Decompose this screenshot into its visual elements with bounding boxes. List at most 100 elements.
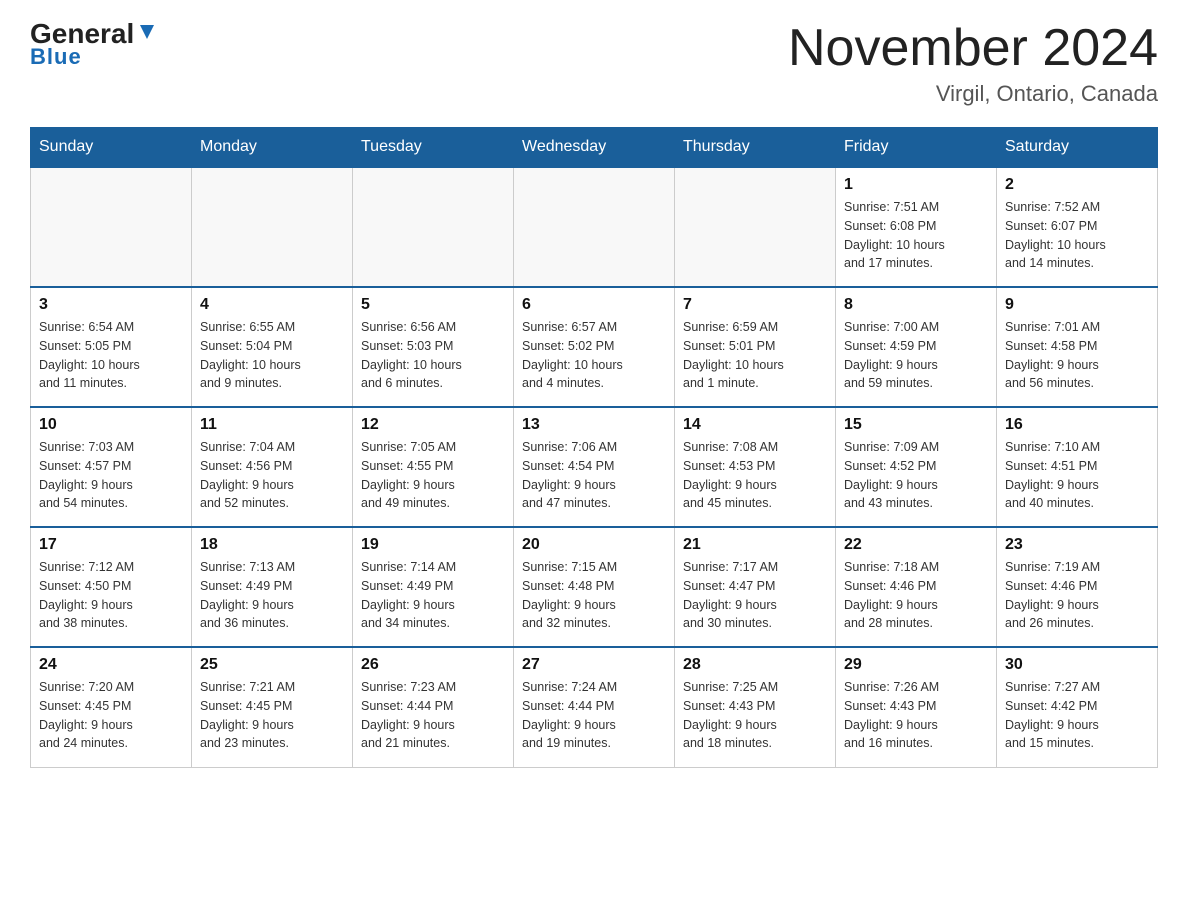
day-number: 20 [522, 536, 666, 554]
calendar-cell: 15 Sunrise: 7:09 AMSunset: 4:52 PMDayligh… [836, 407, 997, 527]
day-info: Sunrise: 7:08 AMSunset: 4:53 PMDaylight:… [683, 438, 827, 513]
day-info: Sunrise: 7:26 AMSunset: 4:43 PMDaylight:… [844, 678, 988, 753]
day-info: Sunrise: 7:09 AMSunset: 4:52 PMDaylight:… [844, 438, 988, 513]
day-number: 4 [200, 296, 344, 314]
day-number: 19 [361, 536, 505, 554]
calendar-cell: 11Sunrise: 7:04 AMSunset: 4:56 PMDayligh… [192, 407, 353, 527]
calendar-cell: 10 Sunrise: 7:03 AMSunset: 4:57 PMDayligh… [31, 407, 192, 527]
calendar-week-4: 17 Sunrise: 7:12 AMSunset: 4:50 PMDayligh… [31, 527, 1158, 647]
calendar-cell: 26Sunrise: 7:23 AMSunset: 4:44 PMDayligh… [353, 647, 514, 767]
day-number: 30 [1005, 656, 1149, 674]
day-info: Sunrise: 7:10 AMSunset: 4:51 PMDaylight:… [1005, 438, 1149, 513]
title-area: November 2024 Virgil, Ontario, Canada [788, 20, 1158, 107]
day-number: 3 [39, 296, 183, 314]
day-info: Sunrise: 7:21 AMSunset: 4:45 PMDaylight:… [200, 678, 344, 753]
day-number: 2 [1005, 176, 1149, 194]
calendar-cell: 1Sunrise: 7:51 AMSunset: 6:08 PMDaylight… [836, 167, 997, 287]
day-info: Sunrise: 7:14 AMSunset: 4:49 PMDaylight:… [361, 558, 505, 633]
day-number: 9 [1005, 296, 1149, 314]
calendar-week-3: 10 Sunrise: 7:03 AMSunset: 4:57 PMDayligh… [31, 407, 1158, 527]
page-header: General Blue November 2024 Virgil, Ontar… [30, 20, 1158, 107]
calendar-cell [192, 167, 353, 287]
day-number: 27 [522, 656, 666, 674]
calendar-cell: 8 Sunrise: 7:00 AMSunset: 4:59 PMDaylight… [836, 287, 997, 407]
day-info: Sunrise: 7:24 AMSunset: 4:44 PMDaylight:… [522, 678, 666, 753]
calendar-cell: 27 Sunrise: 7:24 AMSunset: 4:44 PMDayligh… [514, 647, 675, 767]
calendar-week-1: 1Sunrise: 7:51 AMSunset: 6:08 PMDaylight… [31, 167, 1158, 287]
calendar-week-5: 24 Sunrise: 7:20 AMSunset: 4:45 PMDayligh… [31, 647, 1158, 767]
calendar-cell: 25 Sunrise: 7:21 AMSunset: 4:45 PMDayligh… [192, 647, 353, 767]
day-info: Sunrise: 7:23 AMSunset: 4:44 PMDaylight:… [361, 678, 505, 753]
day-info: Sunrise: 7:03 AMSunset: 4:57 PMDaylight:… [39, 438, 183, 513]
logo: General Blue [30, 20, 158, 70]
calendar-cell [31, 167, 192, 287]
day-info: Sunrise: 7:01 AMSunset: 4:58 PMDaylight:… [1005, 318, 1149, 393]
day-info: Sunrise: 7:25 AMSunset: 4:43 PMDaylight:… [683, 678, 827, 753]
header-monday: Monday [192, 128, 353, 168]
day-number: 25 [200, 656, 344, 674]
calendar-cell: 14 Sunrise: 7:08 AMSunset: 4:53 PMDayligh… [675, 407, 836, 527]
calendar-cell: 9 Sunrise: 7:01 AMSunset: 4:58 PMDaylight… [997, 287, 1158, 407]
calendar-cell: 5 Sunrise: 6:56 AMSunset: 5:03 PMDaylight… [353, 287, 514, 407]
day-number: 5 [361, 296, 505, 314]
location: Virgil, Ontario, Canada [788, 81, 1158, 107]
calendar-cell: 20Sunrise: 7:15 AMSunset: 4:48 PMDayligh… [514, 527, 675, 647]
day-info: Sunrise: 7:20 AMSunset: 4:45 PMDaylight:… [39, 678, 183, 753]
day-info: Sunrise: 7:17 AMSunset: 4:47 PMDaylight:… [683, 558, 827, 633]
day-info: Sunrise: 6:59 AMSunset: 5:01 PMDaylight:… [683, 318, 827, 393]
header-thursday: Thursday [675, 128, 836, 168]
day-info: Sunrise: 7:27 AMSunset: 4:42 PMDaylight:… [1005, 678, 1149, 753]
calendar-cell [514, 167, 675, 287]
header-friday: Friday [836, 128, 997, 168]
day-info: Sunrise: 7:05 AMSunset: 4:55 PMDaylight:… [361, 438, 505, 513]
calendar-cell: 22 Sunrise: 7:18 AMSunset: 4:46 PMDayligh… [836, 527, 997, 647]
calendar-cell: 21 Sunrise: 7:17 AMSunset: 4:47 PMDayligh… [675, 527, 836, 647]
day-info: Sunrise: 7:13 AMSunset: 4:49 PMDaylight:… [200, 558, 344, 633]
calendar-cell: 16 Sunrise: 7:10 AMSunset: 4:51 PMDayligh… [997, 407, 1158, 527]
day-number: 8 [844, 296, 988, 314]
calendar-cell: 4 Sunrise: 6:55 AMSunset: 5:04 PMDaylight… [192, 287, 353, 407]
day-number: 14 [683, 416, 827, 434]
header-tuesday: Tuesday [353, 128, 514, 168]
day-info: Sunrise: 6:54 AMSunset: 5:05 PMDaylight:… [39, 318, 183, 393]
day-info: Sunrise: 7:00 AMSunset: 4:59 PMDaylight:… [844, 318, 988, 393]
logo-blue: Blue [30, 44, 82, 70]
day-number: 28 [683, 656, 827, 674]
logo-triangle-icon [136, 21, 158, 43]
calendar-week-2: 3 Sunrise: 6:54 AMSunset: 5:05 PMDaylight… [31, 287, 1158, 407]
day-number: 22 [844, 536, 988, 554]
day-number: 23 [1005, 536, 1149, 554]
day-number: 11 [200, 416, 344, 434]
calendar-cell: 29 Sunrise: 7:26 AMSunset: 4:43 PMDayligh… [836, 647, 997, 767]
month-title: November 2024 [788, 20, 1158, 77]
day-info: Sunrise: 7:06 AMSunset: 4:54 PMDaylight:… [522, 438, 666, 513]
day-number: 29 [844, 656, 988, 674]
day-number: 24 [39, 656, 183, 674]
day-number: 12 [361, 416, 505, 434]
day-info: Sunrise: 6:55 AMSunset: 5:04 PMDaylight:… [200, 318, 344, 393]
calendar-header-row: SundayMondayTuesdayWednesdayThursdayFrid… [31, 128, 1158, 168]
day-info: Sunrise: 6:57 AMSunset: 5:02 PMDaylight:… [522, 318, 666, 393]
day-info: Sunrise: 7:19 AMSunset: 4:46 PMDaylight:… [1005, 558, 1149, 633]
calendar-cell: 3 Sunrise: 6:54 AMSunset: 5:05 PMDaylight… [31, 287, 192, 407]
day-info: Sunrise: 7:12 AMSunset: 4:50 PMDaylight:… [39, 558, 183, 633]
day-number: 7 [683, 296, 827, 314]
day-number: 17 [39, 536, 183, 554]
calendar-cell: 13 Sunrise: 7:06 AMSunset: 4:54 PMDayligh… [514, 407, 675, 527]
calendar-cell: 18 Sunrise: 7:13 AMSunset: 4:49 PMDayligh… [192, 527, 353, 647]
calendar-cell [353, 167, 514, 287]
calendar-cell: 12 Sunrise: 7:05 AMSunset: 4:55 PMDayligh… [353, 407, 514, 527]
header-saturday: Saturday [997, 128, 1158, 168]
day-info: Sunrise: 7:52 AMSunset: 6:07 PMDaylight:… [1005, 198, 1149, 273]
day-number: 13 [522, 416, 666, 434]
calendar-cell: 30 Sunrise: 7:27 AMSunset: 4:42 PMDayligh… [997, 647, 1158, 767]
day-number: 1 [844, 176, 988, 194]
day-info: Sunrise: 6:56 AMSunset: 5:03 PMDaylight:… [361, 318, 505, 393]
day-info: Sunrise: 7:18 AMSunset: 4:46 PMDaylight:… [844, 558, 988, 633]
day-number: 16 [1005, 416, 1149, 434]
calendar-cell: 19 Sunrise: 7:14 AMSunset: 4:49 PMDayligh… [353, 527, 514, 647]
day-number: 21 [683, 536, 827, 554]
day-number: 15 [844, 416, 988, 434]
day-number: 18 [200, 536, 344, 554]
day-number: 10 [39, 416, 183, 434]
